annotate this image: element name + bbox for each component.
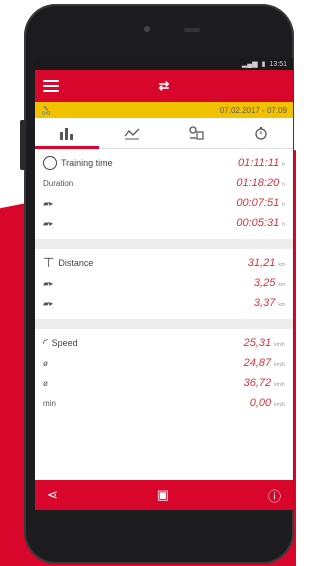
- status-bar: ▂▄▆ ▮ 13:51: [35, 58, 293, 70]
- speed-row-2: ø 36,72 km/h: [43, 377, 285, 389]
- mode-icon: ▰▸: [43, 218, 54, 228]
- speed-section: ◜ Speed 25,31 km/h ø 24,87 km/h ø 36,72 km/h…: [35, 329, 293, 419]
- distance-section: ⊤ Distance 31,21 km ▰▸ 3,25 km ▰▸ 3,37 km: [35, 249, 293, 319]
- speed-total: 25,31: [243, 337, 272, 349]
- bar-chart-icon: [60, 128, 74, 140]
- training-row-2-value: 00:07:51: [236, 197, 280, 209]
- signal-icon: ▂▄▆: [241, 61, 258, 68]
- bottom-bar: ⋖ ▣ ⓘ: [35, 480, 293, 510]
- clock-icon: [43, 156, 57, 170]
- camera: [144, 26, 150, 32]
- distance-icon: ⊤: [43, 255, 55, 270]
- app-bar: ⇄: [35, 70, 293, 102]
- distance-total: 31,21: [247, 257, 276, 269]
- training-header-row: Training time 01:11:11 h: [43, 153, 285, 173]
- active-tab-indicator: [35, 146, 99, 149]
- speed-row-1-value: 24,87: [243, 357, 272, 369]
- tab-summary[interactable]: [35, 118, 100, 148]
- speed-row-3-value: 0,00: [249, 397, 272, 409]
- clock-text: 13:51: [269, 60, 287, 68]
- distance-title: Distance: [58, 258, 94, 268]
- tab-graph[interactable]: [100, 118, 165, 148]
- speed-row-3-label: min: [43, 398, 56, 408]
- duration-value: 01:18:20: [236, 177, 280, 189]
- cyclist-icon: 🚴: [41, 105, 51, 115]
- distance-row-2-value: 3,37: [253, 297, 276, 309]
- menu-icon[interactable]: [43, 80, 59, 92]
- speed-row-2-label: ø: [43, 378, 48, 388]
- line-chart-icon: [124, 128, 140, 140]
- distance-header-row: ⊤ Distance 31,21 km: [43, 255, 285, 270]
- share-icon[interactable]: ⋖: [47, 487, 58, 503]
- speed-header-row: ◜ Speed 25,31 km/h: [43, 336, 285, 350]
- training-title: Training time: [61, 158, 113, 168]
- training-row-2: ▰▸ 00:07:51 h: [43, 197, 285, 209]
- duration-label: Duration: [43, 178, 74, 188]
- distance-row-2: ▰▸ 3,37 km: [43, 297, 285, 309]
- rider-stats-icon: [189, 126, 204, 140]
- section-divider: [35, 319, 293, 329]
- mode-icon: ▰▸: [43, 198, 54, 208]
- training-section: Training time 01:11:11 h Duration 01:18:2…: [35, 149, 293, 239]
- speed-row-1: ø 24,87 km/h: [43, 357, 285, 369]
- speed-title: Speed: [51, 338, 78, 348]
- training-row-3: ▰▸ 00:05:31 h: [43, 217, 285, 229]
- tab-bar: [35, 118, 293, 149]
- distance-row-1: ▰▸ 3,25 km: [43, 277, 285, 289]
- info-icon[interactable]: ⓘ: [268, 486, 281, 505]
- battery-icon: ▮: [261, 61, 266, 68]
- side-button: [20, 120, 26, 170]
- date-bar[interactable]: 🚴 07.02.2017 - 07.09: [35, 102, 293, 118]
- app-screen: ▂▄▆ ▮ 13:51 ⇄ 🚴 07.02.2017 - 07.09 Train…: [35, 58, 293, 510]
- mode-icon: ▰▸: [43, 298, 54, 308]
- training-row-3-value: 00:05:31: [236, 217, 280, 229]
- sync-logo-icon: ⇄: [158, 78, 170, 93]
- duration-row: Duration 01:18:20 h: [43, 177, 285, 189]
- training-total: 01:11:11: [238, 157, 280, 169]
- date-range: 07.02.2017 - 07.09: [219, 105, 287, 115]
- speed-row-1-label: ø: [43, 358, 48, 368]
- speedometer-icon: ◜: [43, 336, 48, 350]
- distance-row-1-value: 3,25: [253, 277, 276, 289]
- device-icon[interactable]: ▣: [157, 487, 169, 503]
- section-divider: [35, 239, 293, 249]
- tab-stopwatch[interactable]: [229, 118, 294, 148]
- stopwatch-icon: [255, 127, 267, 140]
- tab-rider[interactable]: [164, 118, 229, 148]
- speed-row-2-value: 36,72: [243, 377, 272, 389]
- speaker: [184, 28, 200, 32]
- mode-icon: ▰▸: [43, 278, 54, 288]
- speed-row-3: min 0,00 km/h: [43, 397, 285, 409]
